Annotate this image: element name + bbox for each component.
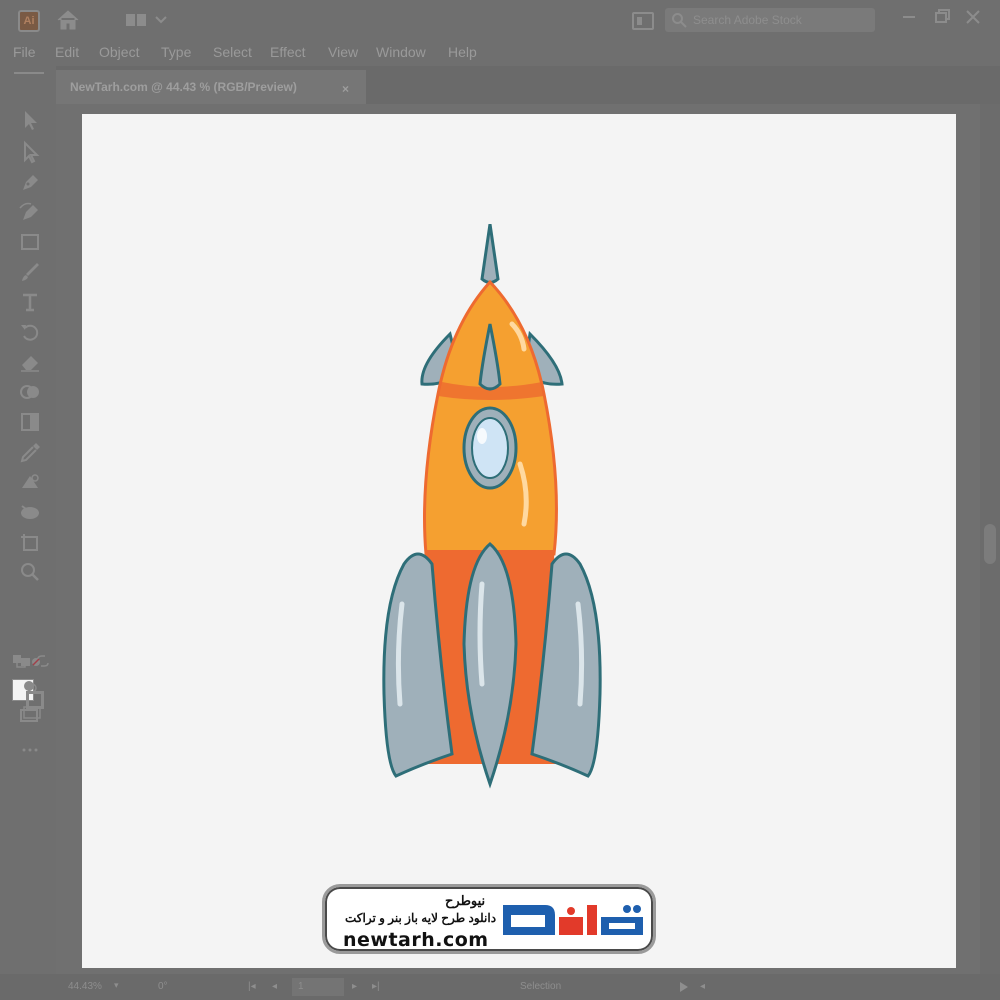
current-tool-label: Selection — [520, 981, 562, 992]
home-icon[interactable] — [56, 9, 80, 31]
first-artboard-icon[interactable]: |◂ — [248, 981, 256, 992]
search-icon — [672, 13, 687, 28]
shape-builder-tool-icon[interactable] — [17, 380, 43, 404]
menu-type[interactable]: Type — [161, 44, 191, 60]
watermark-title: نیوطرح — [445, 893, 486, 908]
direct-selection-tool-icon[interactable] — [17, 140, 43, 164]
menu-file[interactable]: File — [13, 44, 36, 60]
vertical-scrollbar[interactable] — [980, 104, 1000, 974]
menu-help[interactable]: Help — [448, 44, 477, 60]
watermark-subtitle: دانلود طرح لایه باز بنر و تراکت — [345, 911, 497, 925]
menu-select[interactable]: Select — [213, 44, 252, 60]
edit-toolbar-icon[interactable] — [17, 738, 43, 762]
workspace-switcher-icon[interactable] — [126, 12, 170, 28]
menu-effect[interactable]: Effect — [270, 44, 306, 60]
canvas-area[interactable] — [56, 104, 980, 974]
tools-panel — [0, 66, 56, 1000]
artboard-tool-icon[interactable] — [17, 530, 43, 554]
title-bar: Ai — [0, 0, 1000, 40]
document-tab[interactable]: NewTarh.com @ 44.43 % (RGB/Preview) × — [56, 70, 366, 104]
watermark-url: newtarh.com — [343, 929, 489, 951]
symbol-sprayer-tool-icon[interactable] — [17, 500, 43, 524]
paintbrush-tool-icon[interactable] — [17, 260, 43, 284]
rotate-tool-icon[interactable] — [17, 320, 43, 344]
curvature-tool-icon[interactable] — [17, 200, 43, 224]
menu-view[interactable]: View — [328, 44, 358, 60]
zoom-dropdown-icon[interactable]: ▾ — [114, 980, 119, 991]
menu-window[interactable]: Window — [376, 44, 426, 60]
last-artboard-icon[interactable]: ▸| — [372, 981, 380, 992]
zoom-level[interactable]: 44.43% — [68, 981, 102, 992]
artboard[interactable] — [82, 114, 956, 968]
eyedropper-tool-icon[interactable] — [17, 440, 43, 464]
color-mode-icon[interactable] — [17, 650, 43, 674]
menu-bar: File Edit Object Type Select Effect View… — [0, 40, 1000, 66]
artboard-number[interactable]: 1 — [292, 978, 344, 996]
previous-artboard-icon[interactable]: ◂ — [272, 981, 277, 992]
scrollbar-thumb[interactable] — [984, 524, 996, 564]
newtarh-logo-icon — [503, 905, 643, 935]
close-tab-icon[interactable]: × — [342, 82, 349, 96]
search-input[interactable] — [693, 11, 869, 29]
arrange-documents-icon[interactable] — [632, 12, 654, 30]
play-icon[interactable] — [680, 982, 688, 992]
drawing-mode-icon[interactable] — [17, 674, 43, 698]
selection-tool-icon[interactable] — [17, 108, 43, 132]
status-menu-icon[interactable]: ◂ — [700, 981, 705, 992]
restore-icon[interactable] — [928, 6, 954, 28]
status-bar: 44.43% ▾ 0° |◂ ◂ 1 ▸ ▸| Selection ◂ — [0, 974, 1000, 1000]
search-box[interactable] — [665, 8, 875, 32]
gradient-tool-icon[interactable] — [17, 410, 43, 434]
rectangle-tool-icon[interactable] — [17, 230, 43, 254]
eraser-tool-icon[interactable] — [17, 350, 43, 374]
next-artboard-icon[interactable]: ▸ — [352, 981, 357, 992]
document-tab-title: NewTarh.com @ 44.43 % (RGB/Preview) — [70, 80, 297, 94]
zoom-tool-icon[interactable] — [17, 560, 43, 584]
screen-mode-icon[interactable] — [17, 702, 43, 726]
menu-edit[interactable]: Edit — [55, 44, 79, 60]
rotation-value[interactable]: 0° — [158, 981, 168, 992]
pen-tool-icon[interactable] — [17, 170, 43, 194]
document-tab-strip: NewTarh.com @ 44.43 % (RGB/Preview) × — [56, 66, 1000, 104]
newtarh-watermark: نیوطرح دانلود طرح لایه باز بنر و تراکت n… — [322, 884, 656, 954]
close-window-icon[interactable] — [960, 6, 986, 28]
toolbar-grip[interactable] — [14, 72, 44, 74]
minimize-icon[interactable] — [896, 6, 922, 28]
rocket-illustration[interactable] — [382, 224, 602, 794]
app-logo: Ai — [18, 10, 40, 32]
menu-object[interactable]: Object — [99, 44, 139, 60]
blend-tool-icon[interactable] — [17, 470, 43, 494]
type-tool-icon[interactable] — [17, 290, 43, 314]
